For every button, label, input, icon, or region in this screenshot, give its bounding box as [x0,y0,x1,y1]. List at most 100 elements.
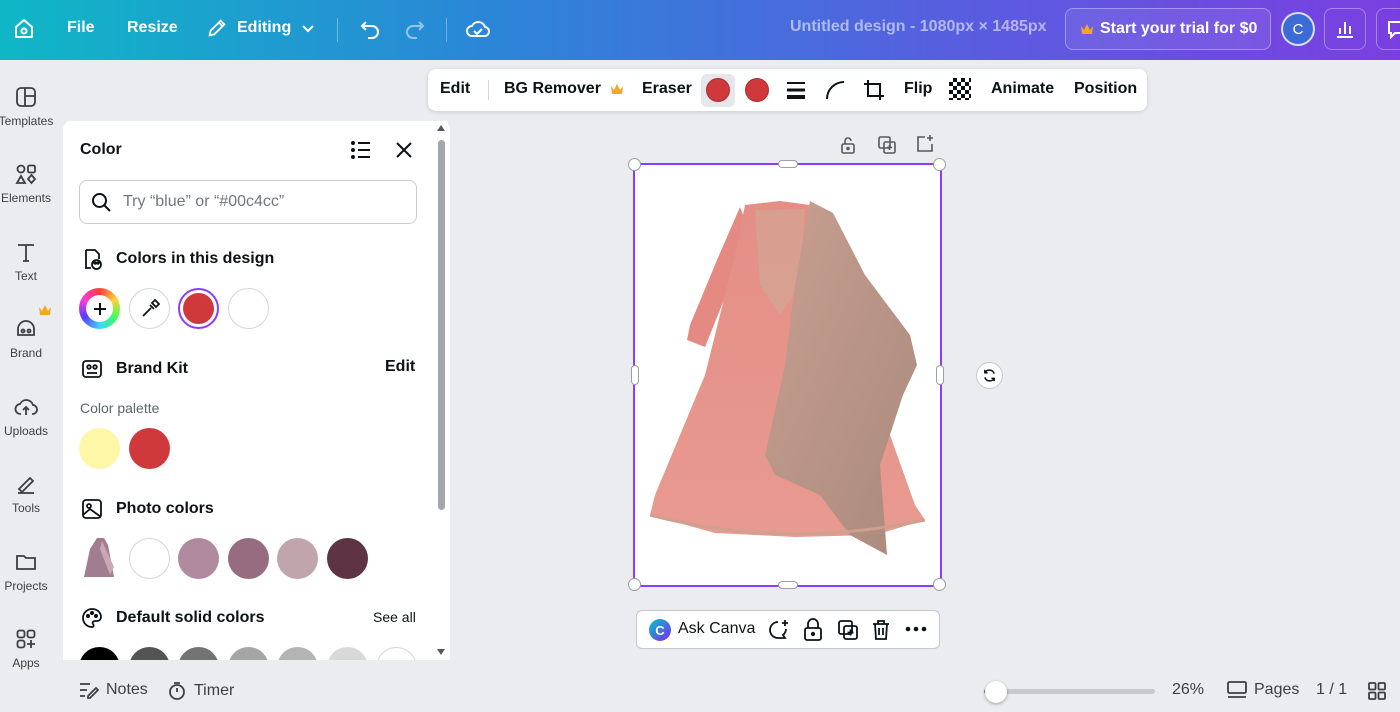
edit-image-button[interactable]: Edit [440,80,470,98]
design-color-swatch[interactable] [228,288,269,329]
corner-rounding-icon[interactable] [824,79,846,101]
default-color-swatch[interactable] [228,647,269,660]
eraser-button[interactable]: Eraser [642,80,692,98]
pages-icon [1227,681,1247,699]
rail-label: Elements [0,191,52,205]
pages-button[interactable]: Pages [1227,681,1299,699]
timer-button[interactable]: Timer [167,681,234,701]
rail-item-templates[interactable]: Templates [0,86,53,128]
zoom-slider[interactable] [984,681,1155,703]
lock-icon[interactable] [802,618,824,642]
default-color-swatch[interactable] [327,647,368,660]
resize-handle-left[interactable] [631,365,639,385]
duplicate-icon[interactable] [836,618,860,642]
design-page[interactable] [633,163,942,587]
photo-colors-heading: Photo colors [80,497,214,521]
resize-handle-right[interactable] [936,365,944,385]
photo-color-swatch[interactable] [228,538,269,579]
brand-kit-icon [80,357,104,381]
list-view-icon[interactable] [350,140,372,160]
photo-thumbnail[interactable] [80,537,120,580]
home-icon[interactable] [12,17,36,41]
insights-icon[interactable] [1324,8,1366,50]
rail-item-projects[interactable]: Projects [0,551,52,593]
resize-handle-top-left[interactable] [628,158,641,171]
rotate-handle[interactable] [976,362,1003,389]
resize-handle-bottom[interactable] [778,581,798,589]
color-search-input[interactable]: Try “blue” or “#00c4cc” [79,180,417,224]
transparency-icon[interactable] [949,78,971,100]
animate-button[interactable]: Animate [991,80,1054,98]
rail-item-text[interactable]: Text [0,241,52,283]
grid-view-icon[interactable] [1368,682,1386,700]
flip-button[interactable]: Flip [904,80,932,98]
color-button-1[interactable] [706,78,730,102]
duplicate-icon[interactable] [877,135,897,155]
cloud-saved-icon[interactable] [465,17,491,41]
rail-item-uploads[interactable]: Uploads [0,396,52,438]
add-color-button[interactable] [79,288,120,329]
eyedropper-button[interactable] [129,288,170,329]
default-colors-heading: Default solid colors [80,606,264,630]
rail-label: Apps [12,656,40,670]
bg-remover-button[interactable]: BG Remover [504,80,624,98]
dress-image[interactable] [635,165,940,585]
editing-mode-dropdown[interactable]: Editing [206,17,316,39]
palette-swatch[interactable] [129,428,170,469]
zoom-slider-thumb[interactable] [985,681,1007,703]
photo-color-swatch[interactable] [178,538,219,579]
color-palette-label: Color palette [80,400,160,416]
photo-color-swatch[interactable] [129,538,170,579]
file-menu[interactable]: File [67,19,95,37]
crop-icon[interactable] [862,78,886,102]
add-comment-icon[interactable] [766,618,790,642]
palette-swatch[interactable] [79,428,120,469]
notes-button[interactable]: Notes [79,681,148,699]
palette-doc-icon [80,247,104,271]
default-color-swatch[interactable] [277,647,318,660]
add-page-icon[interactable] [915,134,935,154]
rail-item-tools[interactable]: Tools [0,473,52,515]
position-button[interactable]: Position [1074,80,1137,98]
context-toolbar: Edit BG Remover Eraser Flip Animate Posi… [428,69,1147,111]
rail-item-apps[interactable]: Apps [0,628,52,670]
rail-item-elements[interactable]: Elements [0,163,52,205]
divider [446,18,447,42]
default-color-swatch[interactable] [178,647,219,660]
resize-handle-top[interactable] [778,160,798,168]
scrollbar-thumb[interactable] [438,140,445,510]
default-color-swatch[interactable] [376,647,417,660]
resize-button[interactable]: Resize [127,19,178,37]
scroll-up-icon[interactable] [436,124,446,132]
design-title[interactable]: Untitled design - 1080px × 1485px [790,18,1047,36]
rail-item-brand[interactable]: Brand [0,318,52,360]
elements-icon [15,163,37,191]
redo-icon[interactable] [403,17,427,41]
more-options-icon[interactable] [905,626,927,632]
search-placeholder: Try “blue” or “#00c4cc” [123,193,285,210]
avatar[interactable]: C [1281,12,1315,46]
scroll-down-icon[interactable] [436,648,446,656]
default-color-swatch[interactable] [79,647,120,660]
undo-icon[interactable] [358,17,382,41]
section-title: Colors in this design [116,250,275,267]
trash-icon[interactable] [870,618,892,642]
brand-kit-edit-link[interactable]: Edit [385,358,415,376]
resize-handle-top-right[interactable] [933,158,946,171]
tools-icon [15,473,37,501]
comment-icon[interactable] [1376,8,1400,50]
resize-handle-bottom-left[interactable] [628,578,641,591]
color-button-2[interactable] [745,78,769,102]
ask-canva-button[interactable]: Ask Canva [678,620,755,638]
close-icon[interactable] [395,141,413,159]
design-color-swatch-selected[interactable] [178,288,219,329]
border-style-icon[interactable] [785,80,807,100]
default-color-swatch[interactable] [129,647,170,660]
resize-handle-bottom-right[interactable] [933,578,946,591]
start-trial-button[interactable]: Start your trial for $0 [1065,8,1271,50]
zoom-level[interactable]: 26% [1172,681,1204,699]
lock-icon[interactable] [838,135,858,155]
photo-color-swatch[interactable] [327,538,368,579]
see-all-link[interactable]: See all [373,609,416,625]
photo-color-swatch[interactable] [277,538,318,579]
